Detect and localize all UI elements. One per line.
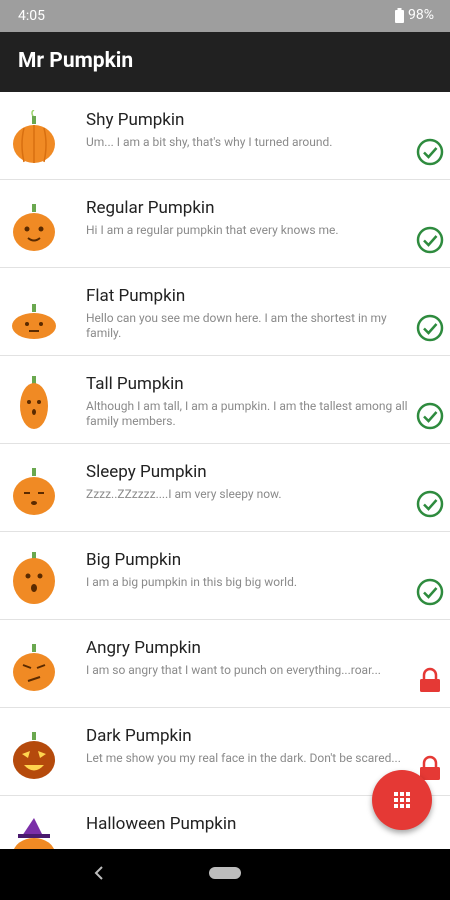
pumpkin-name: Regular Pumpkin bbox=[86, 198, 215, 218]
check-circle-icon bbox=[416, 226, 444, 254]
pumpkin-icon bbox=[13, 552, 55, 604]
status-time: 4:05 bbox=[18, 8, 45, 24]
app-bar: Mr Pumpkin bbox=[0, 32, 450, 92]
pumpkin-icon bbox=[13, 468, 55, 515]
check-circle-icon bbox=[416, 138, 444, 166]
back-arrow-icon[interactable] bbox=[90, 863, 110, 883]
pumpkin-name: Big Pumpkin bbox=[86, 550, 182, 570]
list-item[interactable]: Flat Pumpkin Hello can you see me down h… bbox=[0, 268, 450, 356]
battery-icon bbox=[395, 7, 404, 23]
pumpkin-description: Let me show you my real face in the dark… bbox=[86, 751, 401, 765]
home-pill[interactable] bbox=[209, 867, 241, 879]
pumpkin-description: I am a big pumpkin in this big big world… bbox=[86, 575, 298, 589]
pumpkin-description: Zzzz..ZZzzzz....I am very sleepy now. bbox=[86, 487, 282, 501]
list-item[interactable]: Big Pumpkin I am a big pumpkin in this b… bbox=[0, 532, 450, 620]
pumpkin-icon bbox=[13, 204, 55, 251]
list-item[interactable]: Sleepy Pumpkin Zzzz..ZZzzzz....I am very… bbox=[0, 444, 450, 532]
pumpkin-description: I am so angry that I want to punch on ev… bbox=[86, 663, 381, 677]
pumpkin-icon bbox=[13, 644, 55, 691]
pumpkin-description: Um... I am a bit shy, that's why I turne… bbox=[86, 135, 333, 149]
pumpkin-icon bbox=[14, 818, 54, 849]
pumpkin-icon bbox=[13, 732, 55, 779]
pumpkin-name: Dark Pumpkin bbox=[86, 726, 192, 746]
pumpkin-icon bbox=[12, 304, 56, 339]
status-bar: 4:05 98% bbox=[0, 0, 450, 32]
pumpkin-description: Hello can you see me down here. I am the… bbox=[86, 311, 387, 340]
list-item[interactable]: Regular Pumpkin Hi I am a regular pumpki… bbox=[0, 180, 450, 268]
check-circle-icon bbox=[416, 402, 444, 430]
app-title: Mr Pumpkin bbox=[18, 49, 134, 73]
check-circle-icon bbox=[416, 578, 444, 606]
pumpkin-name: Angry Pumpkin bbox=[86, 638, 201, 658]
check-circle-icon bbox=[416, 314, 444, 342]
pumpkin-description: Although I am tall, I am a pumpkin. I am… bbox=[86, 399, 408, 428]
grid-icon bbox=[394, 792, 410, 808]
check-circle-icon bbox=[416, 490, 444, 518]
list-item[interactable]: Tall Pumpkin Although I am tall, I am a … bbox=[0, 356, 450, 444]
pumpkin-icon bbox=[20, 376, 48, 429]
list-item[interactable]: Shy Pumpkin Um... I am a bit shy, that's… bbox=[0, 92, 450, 180]
pumpkin-name: Shy Pumpkin bbox=[86, 110, 185, 130]
list-item[interactable]: Angry Pumpkin I am so angry that I want … bbox=[0, 620, 450, 708]
battery-percent: 98% bbox=[408, 7, 434, 23]
pumpkin-name: Halloween Pumpkin bbox=[86, 814, 237, 834]
menu-fab-button[interactable] bbox=[372, 770, 432, 830]
battery-indicator: 98% bbox=[395, 7, 434, 23]
pumpkin-name: Flat Pumpkin bbox=[86, 286, 186, 306]
system-navigation-bar bbox=[0, 849, 450, 900]
pumpkin-name: Tall Pumpkin bbox=[86, 374, 184, 394]
lock-icon bbox=[420, 667, 440, 692]
pumpkin-list[interactable]: Shy Pumpkin Um... I am a bit shy, that's… bbox=[0, 92, 450, 849]
pumpkin-description: Hi I am a regular pumpkin that every kno… bbox=[86, 223, 339, 237]
pumpkin-icon bbox=[13, 110, 55, 163]
pumpkin-name: Sleepy Pumpkin bbox=[86, 462, 207, 482]
